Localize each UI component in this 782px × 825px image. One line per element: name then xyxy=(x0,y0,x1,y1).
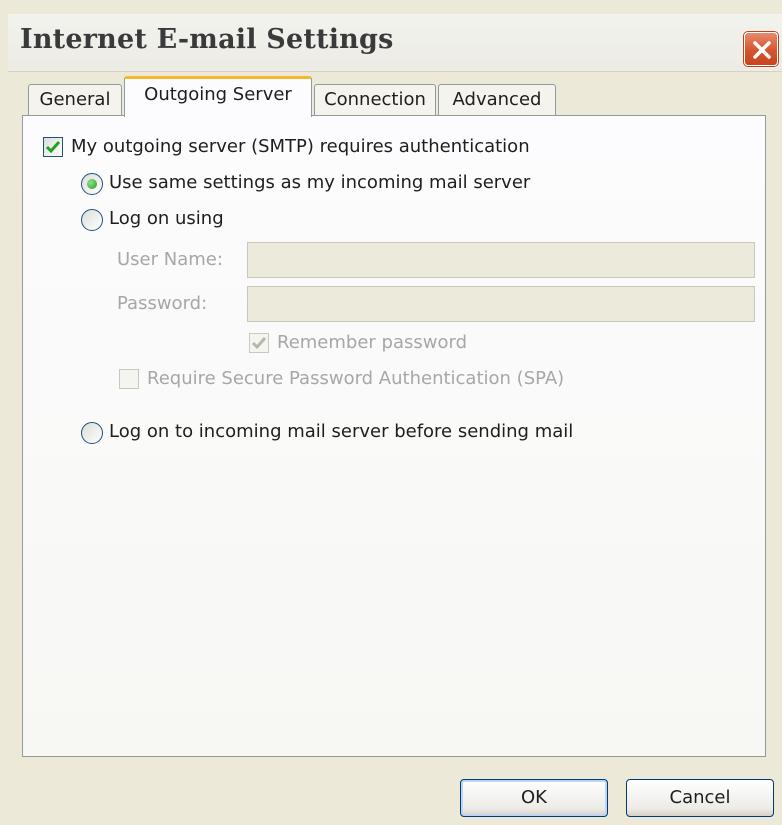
password-label: Password: xyxy=(117,293,208,314)
log-on-using-label[interactable]: Log on using xyxy=(109,208,224,229)
log-on-incoming-first-radio[interactable] xyxy=(81,422,103,444)
internet-email-settings-dialog: Internet E-mail Settings General Outgoin… xyxy=(0,0,782,825)
outgoing-server-panel: My outgoing server (SMTP) requires authe… xyxy=(22,115,766,757)
smtp-auth-checkbox[interactable] xyxy=(43,137,63,157)
remember-password-label[interactable]: Remember password xyxy=(277,332,467,353)
tab-connection[interactable]: Connection xyxy=(314,84,436,116)
spa-checkbox[interactable] xyxy=(119,369,139,389)
tab-general[interactable]: General xyxy=(28,84,122,116)
radio-selected-dot xyxy=(87,179,97,189)
dialog-title: Internet E-mail Settings xyxy=(20,24,394,55)
log-on-using-radio[interactable] xyxy=(81,209,103,231)
tab-advanced[interactable]: Advanced xyxy=(438,84,556,116)
close-button[interactable] xyxy=(744,32,778,66)
log-on-incoming-first-label[interactable]: Log on to incoming mail server before se… xyxy=(109,421,573,442)
username-label: User Name: xyxy=(117,249,223,270)
close-x-icon xyxy=(753,41,771,59)
tab-outgoing-server[interactable]: Outgoing Server xyxy=(124,76,312,117)
title-bar[interactable]: Internet E-mail Settings xyxy=(8,14,782,72)
smtp-auth-label[interactable]: My outgoing server (SMTP) requires authe… xyxy=(71,136,530,157)
checkmark-icon xyxy=(251,337,267,350)
cancel-button[interactable]: Cancel xyxy=(626,779,774,817)
checkmark-icon xyxy=(45,141,61,154)
same-settings-label[interactable]: Use same settings as my incoming mail se… xyxy=(109,172,530,193)
same-settings-radio[interactable] xyxy=(81,173,103,195)
spa-label[interactable]: Require Secure Password Authentication (… xyxy=(147,368,564,389)
remember-password-checkbox[interactable] xyxy=(249,333,269,353)
username-field[interactable] xyxy=(247,242,755,278)
ok-button[interactable]: OK xyxy=(460,779,608,817)
password-field[interactable] xyxy=(247,286,755,322)
